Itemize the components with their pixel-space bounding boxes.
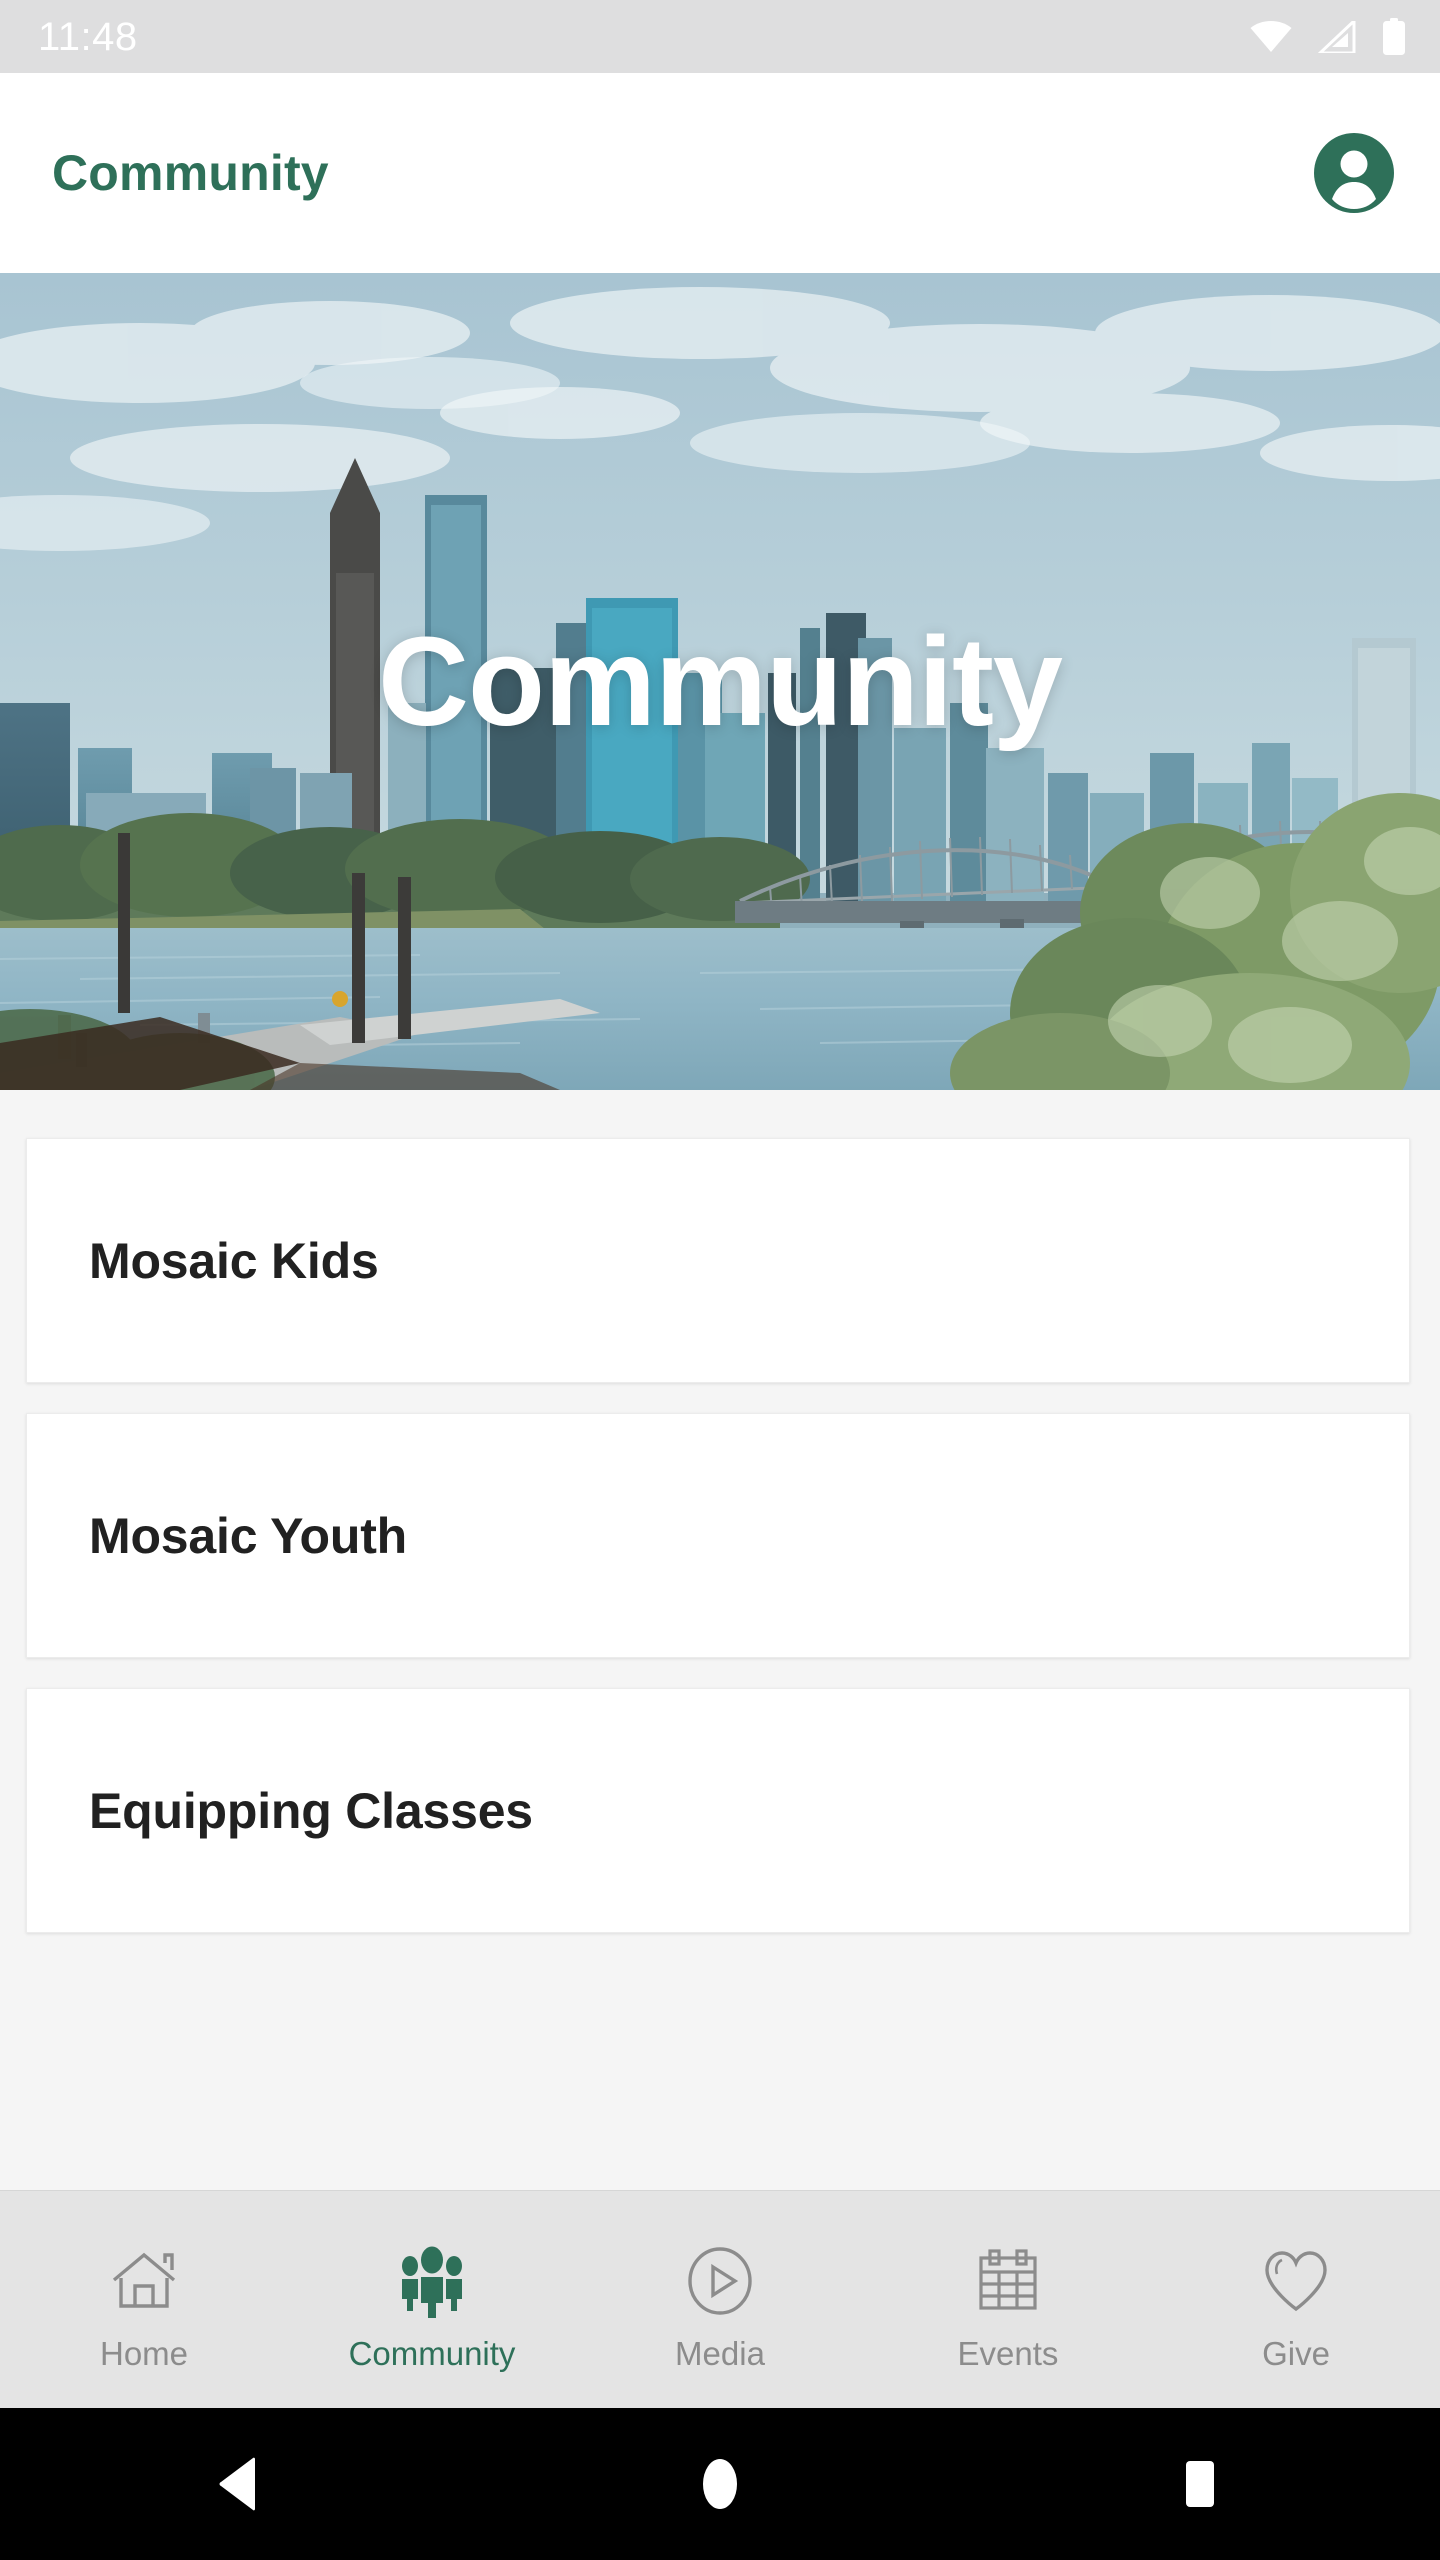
- list-item[interactable]: Mosaic Youth: [26, 1413, 1410, 1658]
- status-bar: 11:48: [0, 0, 1440, 73]
- card-title: Mosaic Youth: [89, 1507, 408, 1564]
- triangle-left-icon: [217, 2457, 263, 2511]
- nav-item-media[interactable]: Media: [576, 2191, 864, 2408]
- account-circle-icon[interactable]: [1308, 127, 1400, 219]
- recents-button[interactable]: [960, 2457, 1440, 2511]
- status-bar-clock: 11:48: [38, 14, 138, 59]
- home-icon: [107, 2243, 181, 2319]
- hero-title: Community: [378, 610, 1063, 752]
- nav-label-give: Give: [1262, 2335, 1330, 2372]
- app-bar: Community: [0, 73, 1440, 273]
- back-button[interactable]: [0, 2457, 480, 2511]
- hero-banner: Community: [0, 273, 1440, 1090]
- status-bar-icons: [1250, 17, 1406, 56]
- community-list: Mosaic Kids Mosaic Youth Equipping Class…: [0, 1090, 1440, 1963]
- nav-label-events: Events: [957, 2335, 1059, 2372]
- list-item[interactable]: Mosaic Kids: [26, 1138, 1410, 1383]
- nav-item-home[interactable]: Home: [0, 2191, 288, 2408]
- nav-label-media: Media: [675, 2335, 765, 2372]
- cellular-signal-icon: [1318, 20, 1356, 53]
- nav-label-home: Home: [99, 2335, 189, 2372]
- play-circle-icon: [683, 2243, 757, 2319]
- card-title: Mosaic Kids: [89, 1232, 379, 1289]
- page-title: Community: [52, 145, 329, 201]
- nav-item-community[interactable]: Community: [288, 2191, 576, 2408]
- home-button[interactable]: [480, 2457, 960, 2511]
- heart-icon: [1259, 2243, 1333, 2319]
- square-icon: [1173, 2457, 1227, 2511]
- card-title: Equipping Classes: [89, 1782, 533, 1839]
- calendar-icon: [971, 2243, 1045, 2319]
- people-icon: [395, 2243, 469, 2319]
- wifi-icon: [1250, 20, 1292, 53]
- circle-icon: [693, 2457, 747, 2511]
- battery-icon: [1382, 17, 1406, 56]
- nav-item-events[interactable]: Events: [864, 2191, 1152, 2408]
- list-item[interactable]: Equipping Classes: [26, 1688, 1410, 1933]
- android-system-nav: [0, 2408, 1440, 2560]
- phone-screen: 11:48 Community Community Mosaic Kids Mo…: [0, 0, 1440, 2560]
- nav-item-give[interactable]: Give: [1152, 2191, 1440, 2408]
- bottom-navigation-bar: Home Community Media Events Give: [0, 2190, 1440, 2408]
- nav-label-community: Community: [348, 2335, 516, 2372]
